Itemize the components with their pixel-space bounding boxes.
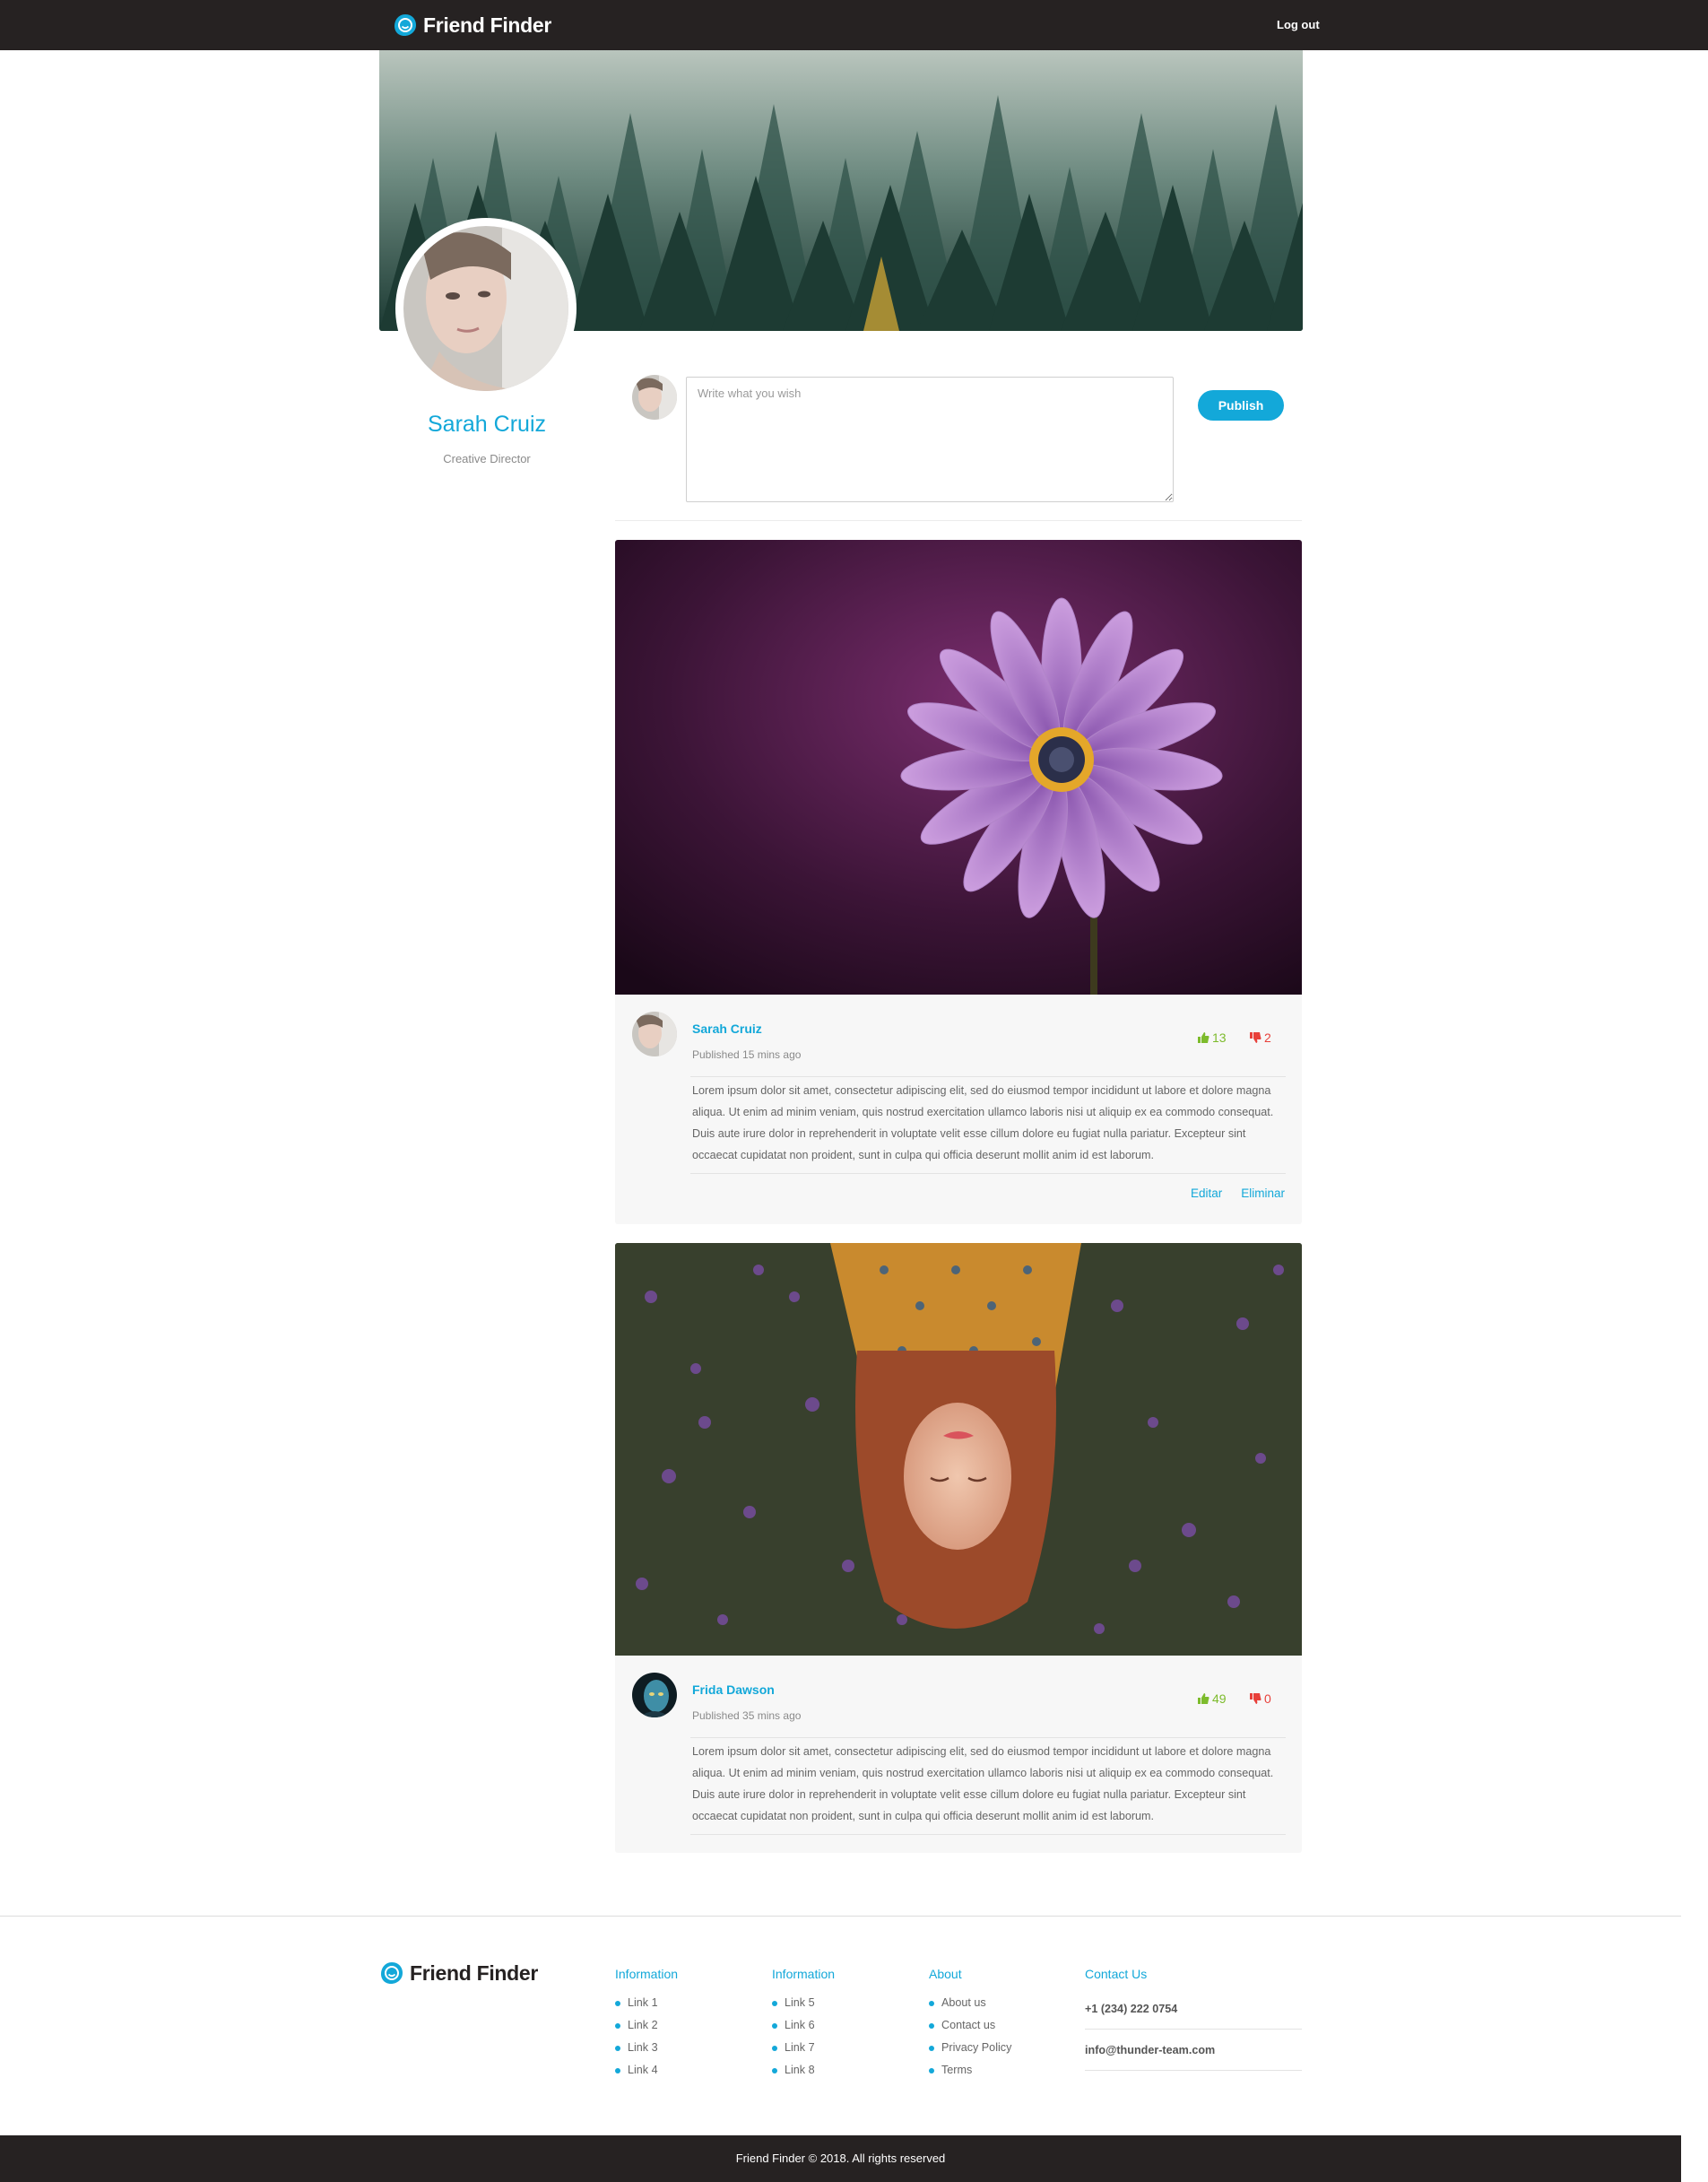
- bullet-dot-icon: [615, 2067, 620, 2073]
- footer-link[interactable]: Link 4: [615, 2059, 678, 2082]
- footer-brand-logo[interactable]: Friend Finder: [379, 1960, 538, 1986]
- profile-role: Creative Director: [443, 452, 531, 465]
- post-timestamp: Published 15 mins ago: [692, 1048, 802, 1061]
- footer-link-label: Link 7: [785, 2041, 815, 2054]
- footer-brand-name: Friend Finder: [410, 1960, 539, 1985]
- footer-link[interactable]: Link 8: [772, 2059, 835, 2082]
- footer-link-label: Terms: [941, 2064, 973, 2076]
- thumbs-up-icon: [1198, 1032, 1209, 1043]
- post-image[interactable]: [615, 1243, 1302, 1656]
- post-timestamp: Published 35 mins ago: [692, 1709, 802, 1722]
- footer-column-about: About About us Contact us Privacy Policy…: [929, 1967, 1011, 2082]
- divider: [690, 1173, 1286, 1174]
- thumbs-down-icon: [1250, 1693, 1261, 1704]
- footer-column-title: Information: [615, 1967, 679, 1981]
- copyright-text: Friend Finder © 2018. All rights reserve…: [735, 2152, 946, 2165]
- thumbs-up-icon: [1198, 1693, 1209, 1704]
- footer-link[interactable]: Link 7: [772, 2037, 835, 2059]
- footer-link-label: Link 3: [628, 2041, 658, 2054]
- delete-post-link[interactable]: Eliminar: [1241, 1187, 1285, 1200]
- footer-contact: Contact Us +1 (234) 222 0754 info@thunde…: [1085, 1967, 1302, 2071]
- edit-post-link[interactable]: Editar: [1191, 1187, 1222, 1200]
- footer-link-label: Link 2: [628, 2019, 658, 2031]
- contact-email[interactable]: info@thunder-team.com: [1085, 2030, 1302, 2071]
- footer-link[interactable]: Link 2: [615, 2014, 678, 2037]
- dislike-button[interactable]: 2: [1250, 1030, 1271, 1045]
- top-navbar: Friend Finder Log out: [0, 0, 1708, 50]
- logout-link[interactable]: Log out: [1277, 18, 1320, 31]
- like-button[interactable]: 13: [1198, 1030, 1227, 1045]
- footer-link[interactable]: Terms: [929, 2059, 1011, 2082]
- author-avatar[interactable]: [632, 1012, 677, 1056]
- bullet-dot-icon: [929, 2067, 934, 2073]
- footer-column-title: Information: [772, 1967, 836, 1981]
- friend-finder-logo-icon: [381, 1962, 403, 1984]
- post-card: Sarah Cruiz Published 15 mins ago 13 2 L…: [615, 540, 1302, 1224]
- post-composer-input[interactable]: [686, 377, 1174, 502]
- author-avatar[interactable]: [632, 1673, 677, 1717]
- footer-divider: [0, 1916, 1681, 1917]
- divider: [690, 1737, 1286, 1738]
- post-body: Lorem ipsum dolor sit amet, consectetur …: [692, 1084, 1274, 1161]
- dislike-button[interactable]: 0: [1250, 1691, 1271, 1706]
- footer-link-label: Contact us: [941, 2019, 996, 2031]
- footer-link-label: Link 4: [628, 2064, 658, 2076]
- footer-link[interactable]: Link 6: [772, 2014, 835, 2037]
- post-image[interactable]: [615, 540, 1302, 995]
- profile-avatar[interactable]: [395, 218, 577, 399]
- footer-link-label: Link 5: [785, 1996, 815, 2009]
- footer-link-label: Link 8: [785, 2064, 815, 2076]
- bullet-dot-icon: [772, 2000, 777, 2006]
- profile-name: Sarah Cruiz: [428, 412, 546, 437]
- post-author[interactable]: Frida Dawson: [692, 1682, 775, 1697]
- like-count: 49: [1212, 1691, 1227, 1706]
- copyright-bar: Friend Finder © 2018. All rights reserve…: [0, 2135, 1681, 2182]
- footer-column-title: About: [929, 1967, 962, 1981]
- composer-divider: [615, 520, 1302, 521]
- dislike-count: 2: [1264, 1030, 1271, 1045]
- footer-column-information-1: Information Link 1 Link 2 Link 3 Link 4: [615, 1967, 678, 2082]
- divider: [690, 1076, 1286, 1077]
- bullet-dot-icon: [615, 2022, 620, 2029]
- footer-column-information-2: Information Link 5 Link 6 Link 7 Link 8: [772, 1967, 835, 2082]
- like-count: 13: [1212, 1030, 1227, 1045]
- friend-finder-logo-icon: [394, 14, 416, 36]
- composer-avatar: [632, 375, 677, 420]
- post-actions: Editar Eliminar: [1191, 1187, 1285, 1200]
- post-body: Lorem ipsum dolor sit amet, consectetur …: [692, 1745, 1274, 1822]
- bullet-dot-icon: [772, 2022, 777, 2029]
- divider: [690, 1834, 1286, 1835]
- footer-contact-title: Contact Us: [1085, 1967, 1148, 1981]
- thumbs-down-icon: [1250, 1032, 1261, 1043]
- bullet-dot-icon: [615, 2045, 620, 2051]
- dislike-count: 0: [1264, 1691, 1271, 1706]
- footer-link[interactable]: Link 1: [615, 1992, 678, 2014]
- post-author[interactable]: Sarah Cruiz: [692, 1021, 762, 1036]
- bullet-dot-icon: [929, 2000, 934, 2006]
- brand-logo[interactable]: Friend Finder: [393, 13, 551, 38]
- like-button[interactable]: 49: [1198, 1691, 1227, 1706]
- brand-name: Friend Finder: [423, 13, 552, 37]
- bullet-dot-icon: [772, 2045, 777, 2051]
- bullet-dot-icon: [772, 2067, 777, 2073]
- post-card: Frida Dawson Published 35 mins ago 49 0 …: [615, 1243, 1302, 1853]
- footer-link-label: Link 6: [785, 2019, 815, 2031]
- bullet-dot-icon: [929, 2022, 934, 2029]
- footer-link[interactable]: Privacy Policy: [929, 2037, 1011, 2059]
- footer-link[interactable]: About us: [929, 1992, 1011, 2014]
- bullet-dot-icon: [929, 2045, 934, 2051]
- bullet-dot-icon: [615, 2000, 620, 2006]
- footer-link[interactable]: Link 5: [772, 1992, 835, 2014]
- footer-link[interactable]: Contact us: [929, 2014, 1011, 2037]
- footer-link-label: About us: [941, 1996, 986, 2009]
- footer-link[interactable]: Link 3: [615, 2037, 678, 2059]
- footer-link-label: Privacy Policy: [941, 2041, 1012, 2054]
- publish-button[interactable]: Publish: [1198, 390, 1284, 421]
- footer-link-label: Link 1: [628, 1996, 658, 2009]
- contact-phone[interactable]: +1 (234) 222 0754: [1085, 1988, 1302, 2030]
